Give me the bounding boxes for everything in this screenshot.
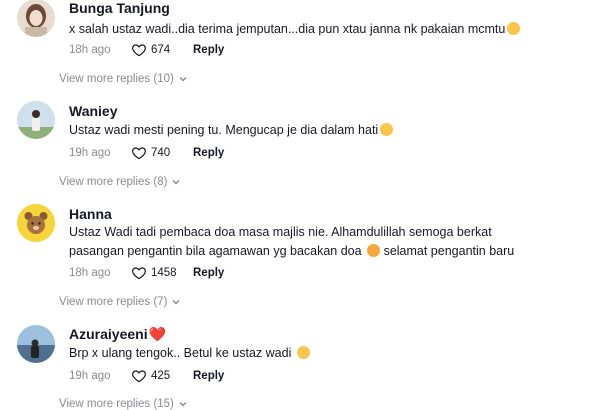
comment-text-content: Brp x ulang tengok.. Betul ke ustaz wadi <box>69 346 292 360</box>
grinning-face-icon <box>507 22 521 35</box>
like-count: 1458 <box>151 267 177 279</box>
view-more-replies-button[interactable]: View more replies (10) <box>59 73 188 85</box>
view-more-replies-label: View more replies (8) <box>59 176 168 188</box>
chevron-down-icon <box>172 180 180 185</box>
chevron-down-icon <box>172 300 180 305</box>
view-more-replies-button[interactable]: View more replies (7) <box>59 296 181 308</box>
view-more-replies-button[interactable]: View more replies (15) <box>59 398 188 410</box>
view-more-replies-label: View more replies (7) <box>59 296 168 308</box>
reply-button[interactable]: Reply <box>193 370 224 382</box>
comment-text: Ustaz wadi mesti pening tu. Mengucap je … <box>69 121 569 140</box>
smiling-face-with-hearts-icon <box>367 244 381 257</box>
smiling-face-icon <box>296 346 310 359</box>
view-more-replies-button[interactable]: View more replies (8) <box>59 176 181 188</box>
comment-text-content: x salah ustaz wadi..dia terima jemputan.… <box>69 22 506 36</box>
avatar[interactable] <box>17 101 55 139</box>
view-more-replies-label: View more replies (10) <box>59 73 174 85</box>
comment-text-line: pasangan pengantin bila agamawan yg baca… <box>69 242 569 261</box>
comment-time: 18h ago <box>69 267 111 279</box>
like-count: 674 <box>151 44 171 56</box>
reply-button[interactable]: Reply <box>193 267 224 279</box>
comment-time: 19h ago <box>69 147 111 159</box>
comment-time: 19h ago <box>69 370 111 382</box>
comment-text: Ustaz Wadi tadi pembaca doa masa majlis … <box>69 223 569 261</box>
chevron-down-icon <box>179 77 187 82</box>
reply-button[interactable]: Reply <box>193 44 224 56</box>
avatar[interactable] <box>17 0 55 37</box>
comment-username[interactable]: Waniey <box>69 103 118 119</box>
comment-meta: 18h ago 1458 Reply <box>69 265 224 281</box>
comment-text-line: Ustaz Wadi tadi pembaca doa masa majlis … <box>69 225 492 239</box>
avatar[interactable] <box>17 325 55 363</box>
comment-text: Brp x ulang tengok.. Betul ke ustaz wadi <box>69 344 569 363</box>
like-count: 425 <box>151 370 171 382</box>
reply-button[interactable]: Reply <box>193 147 224 159</box>
comment-username[interactable]: Azuraiyeeni❤️ <box>69 326 166 343</box>
heart-icon[interactable] <box>131 265 147 281</box>
comment-text-content: Ustaz wadi mesti pening tu. Mengucap je … <box>69 123 379 137</box>
heart-icon[interactable] <box>131 42 147 58</box>
heart-icon[interactable] <box>131 145 147 161</box>
like-count: 740 <box>151 147 171 159</box>
comment-text-part: pasangan pengantin bila agamawan yg baca… <box>69 244 362 258</box>
avatar[interactable] <box>17 204 55 242</box>
comment-meta: 18h ago 674 Reply <box>69 42 224 58</box>
heart-icon[interactable] <box>131 368 147 384</box>
comment-username[interactable]: Hanna <box>69 206 112 222</box>
comment-username-text: Azuraiyeeni <box>69 326 148 342</box>
comment-text: x salah ustaz wadi..dia terima jemputan.… <box>69 20 569 39</box>
comment-time: 18h ago <box>69 44 111 56</box>
comment-username[interactable]: Bunga Tanjung <box>69 0 170 16</box>
comment-meta: 19h ago 425 Reply <box>69 368 224 384</box>
comment-text-part: selamat pengantin baru <box>383 244 515 258</box>
view-more-replies-label: View more replies (15) <box>59 398 174 410</box>
red-heart-icon: ❤️ <box>148 326 167 342</box>
comment-meta: 19h ago 740 Reply <box>69 145 224 161</box>
chevron-down-icon <box>179 402 187 407</box>
tears-of-joy-icon <box>380 123 394 136</box>
